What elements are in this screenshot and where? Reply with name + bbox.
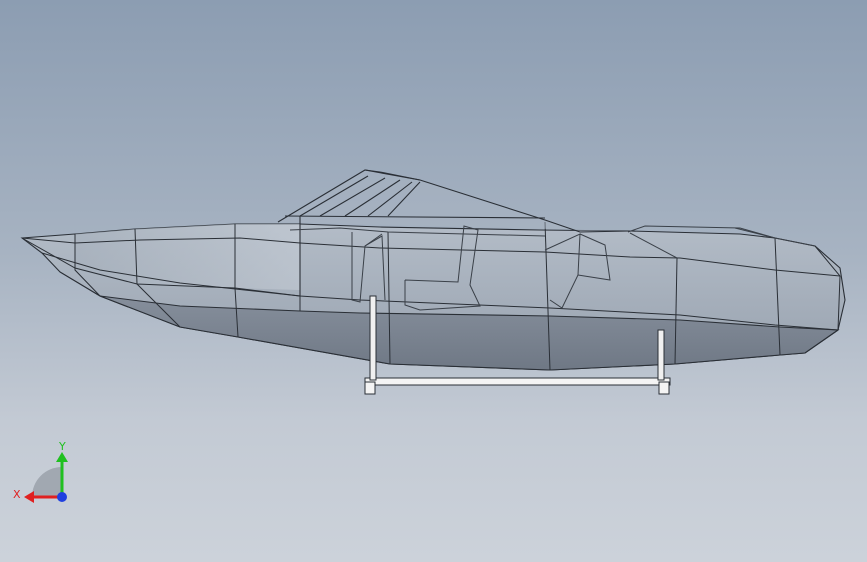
- boat-model[interactable]: [0, 0, 867, 562]
- y-arrow-icon: [56, 452, 68, 462]
- y-axis-label: Y: [58, 440, 66, 453]
- graphics-viewport[interactable]: Y X: [0, 0, 867, 562]
- x-arrow-icon: [24, 491, 34, 503]
- axis-triad: Y X: [13, 440, 68, 503]
- triad-quadrant: [32, 467, 62, 497]
- z-axis-icon: [57, 492, 67, 502]
- x-axis-label: X: [13, 488, 21, 501]
